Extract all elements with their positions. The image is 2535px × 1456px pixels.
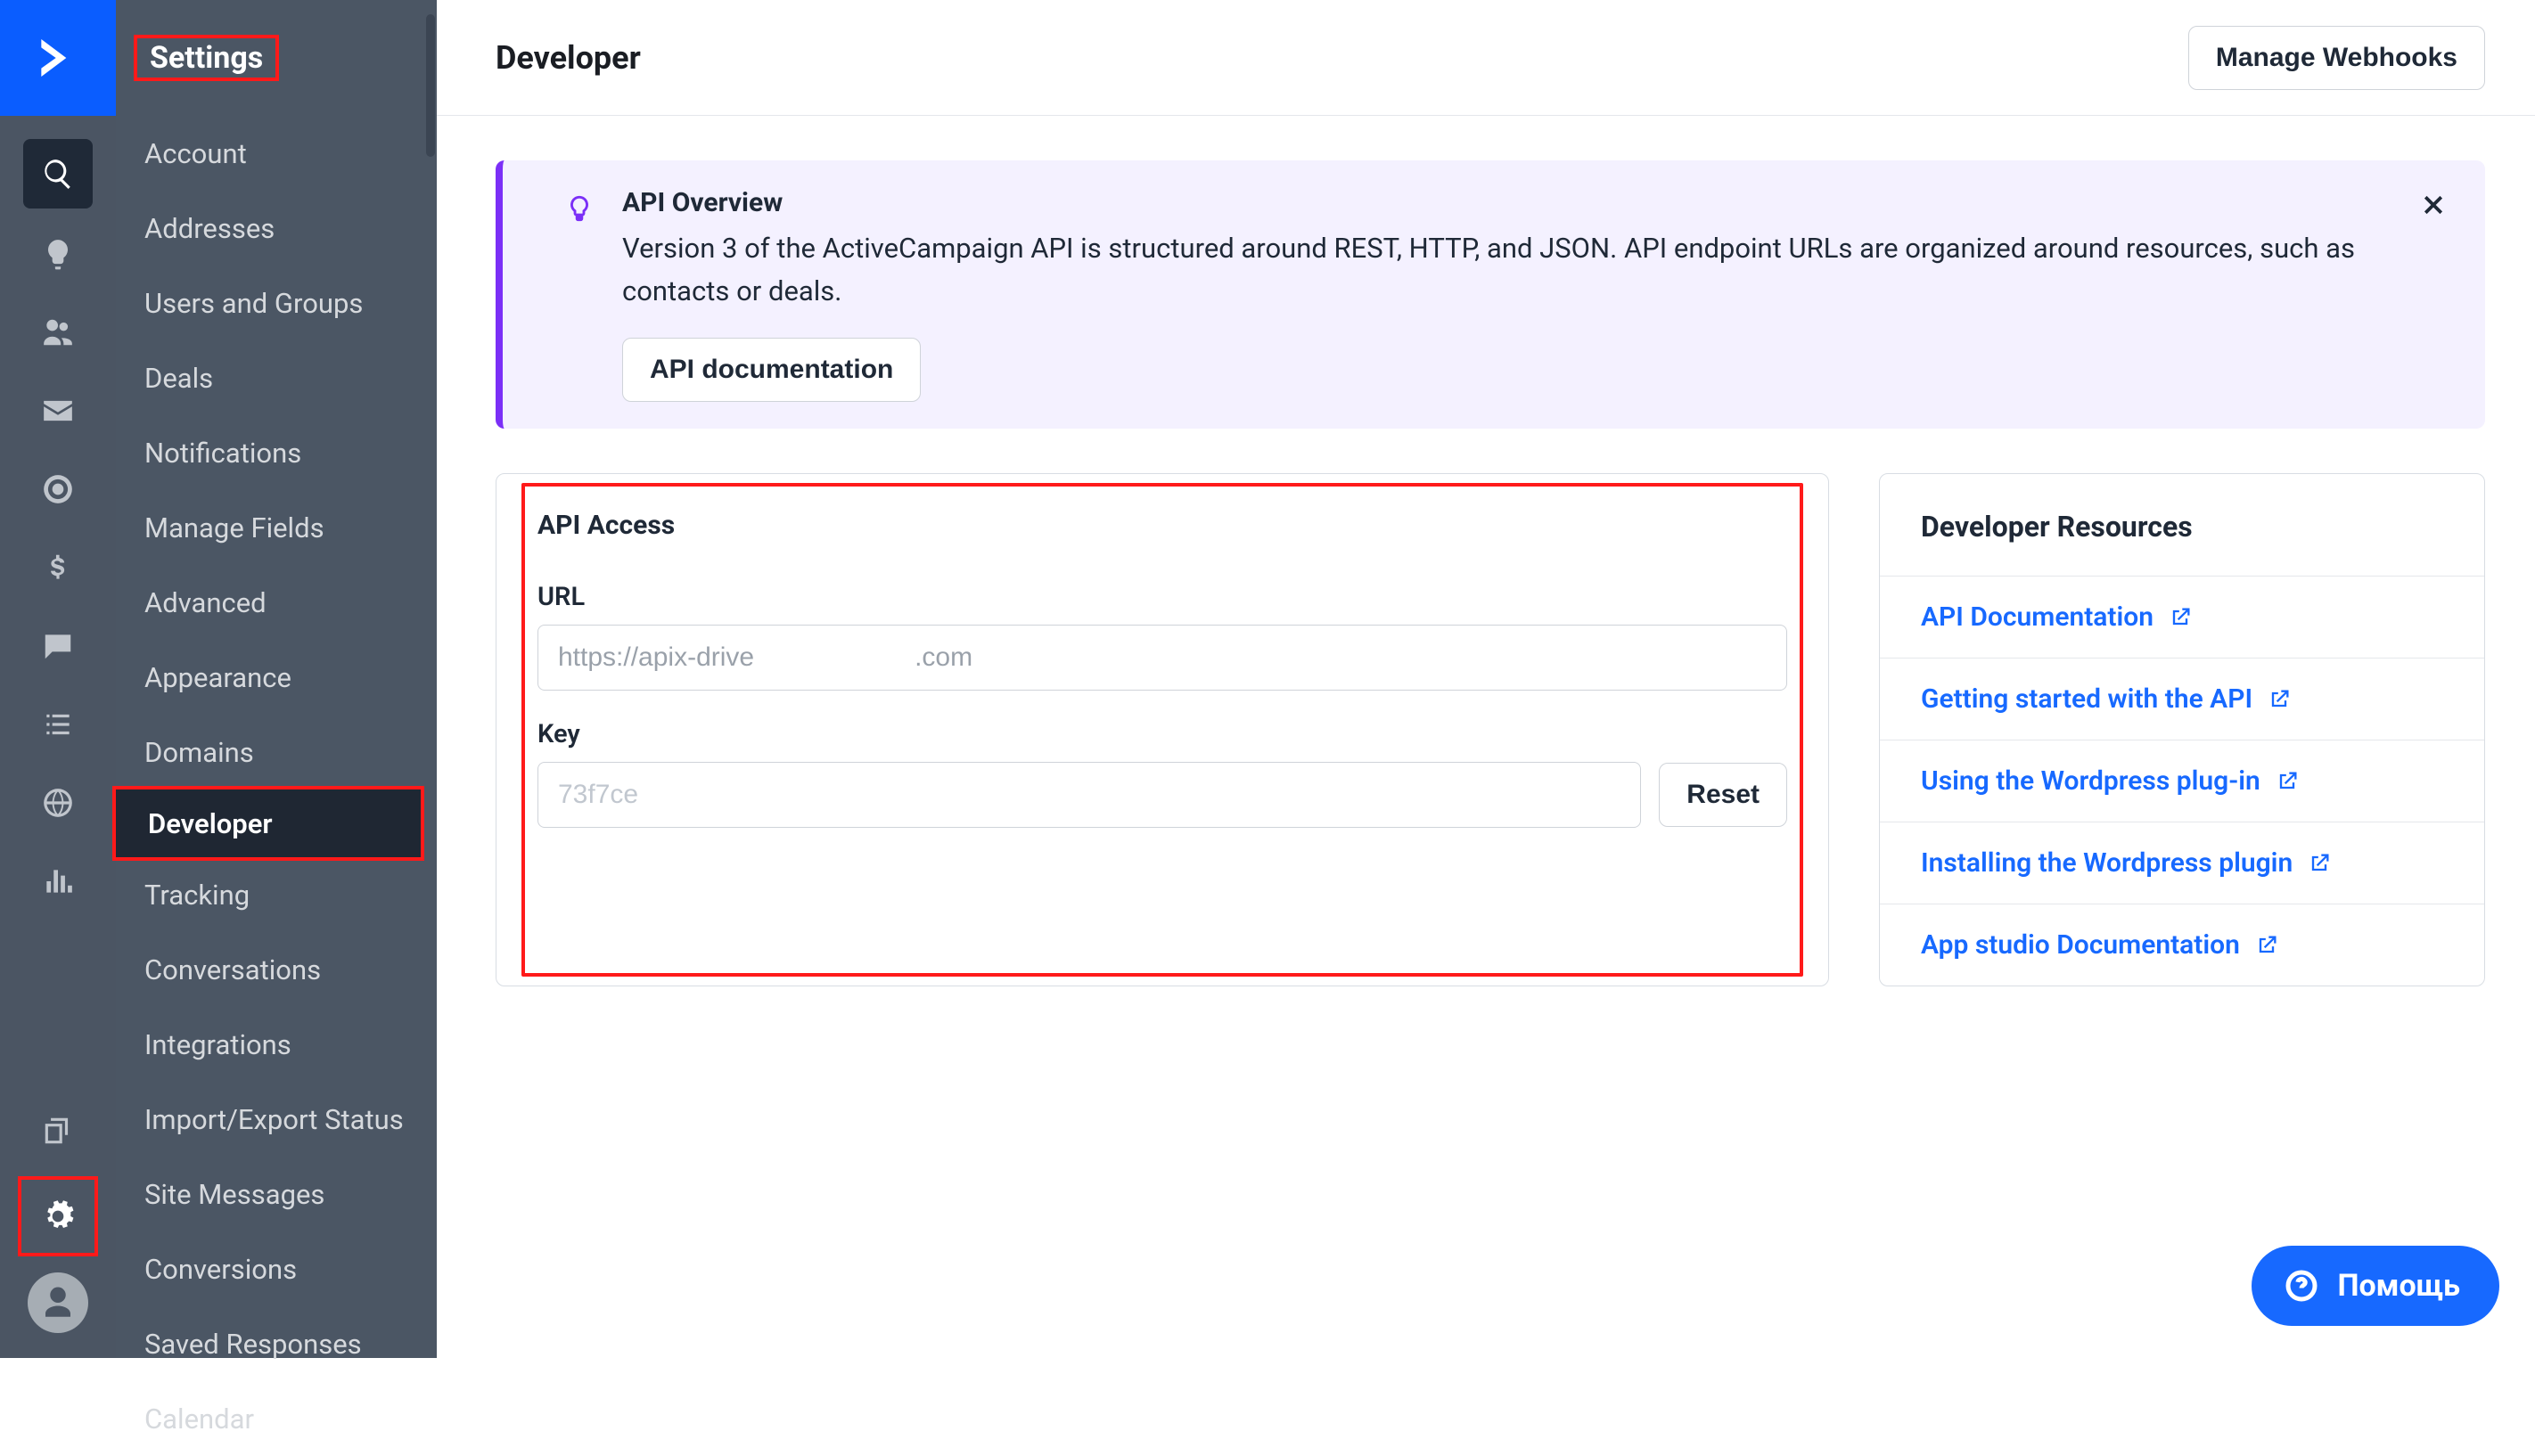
help-icon bbox=[2284, 1268, 2319, 1304]
sidebar-item-conversions[interactable]: Conversions bbox=[116, 1231, 437, 1306]
key-label: Key bbox=[537, 719, 1787, 749]
sidebar-scrollbar[interactable] bbox=[424, 0, 437, 1358]
external-link-icon bbox=[2168, 605, 2193, 630]
resource-link-app-studio-documentation[interactable]: App studio Documentation bbox=[1880, 904, 2484, 986]
api-documentation-button[interactable]: API documentation bbox=[622, 338, 921, 402]
resource-link-label: Getting started with the API bbox=[1921, 683, 2252, 715]
contacts-icon[interactable] bbox=[25, 299, 91, 365]
resource-link-using-the-wordpress-plug-in[interactable]: Using the Wordpress plug-in bbox=[1880, 740, 2484, 822]
sidebar-item-advanced[interactable]: Advanced bbox=[116, 565, 437, 640]
main-area: Developer Manage Webhooks API Overview V… bbox=[437, 0, 2535, 1358]
external-link-icon bbox=[2254, 933, 2279, 958]
sidebar-title: Settings bbox=[116, 0, 437, 116]
api-url-input[interactable] bbox=[537, 625, 1787, 691]
sidebar-item-site-messages[interactable]: Site Messages bbox=[116, 1157, 437, 1231]
resource-link-getting-started-with-the-api[interactable]: Getting started with the API bbox=[1880, 658, 2484, 740]
copy-icon[interactable] bbox=[25, 1098, 91, 1164]
brand-logo[interactable] bbox=[0, 0, 116, 116]
resource-link-installing-the-wordpress-plugin[interactable]: Installing the Wordpress plugin bbox=[1880, 822, 2484, 904]
sidebar-item-addresses[interactable]: Addresses bbox=[116, 191, 437, 266]
chat-icon[interactable] bbox=[25, 613, 91, 679]
resource-link-label: Installing the Wordpress plugin bbox=[1921, 847, 2293, 879]
icon-rail bbox=[0, 0, 116, 1358]
sidebar-item-account[interactable]: Account bbox=[116, 116, 437, 191]
banner-text: Version 3 of the ActiveCampaign API is s… bbox=[622, 227, 2387, 313]
globe-icon[interactable] bbox=[25, 770, 91, 836]
target-icon[interactable] bbox=[25, 456, 91, 522]
api-overview-banner: API Overview Version 3 of the ActiveCamp… bbox=[496, 160, 2485, 429]
main-header: Developer Manage Webhooks bbox=[437, 0, 2535, 116]
api-access-panel: API Access URL Key Reset bbox=[496, 473, 1829, 986]
page-title: Developer bbox=[496, 39, 641, 77]
search-icon[interactable] bbox=[23, 139, 93, 209]
developer-resources-panel: Developer Resources API Documentation Get… bbox=[1879, 473, 2485, 986]
help-button[interactable]: Помощь bbox=[2252, 1246, 2499, 1326]
resource-link-label: App studio Documentation bbox=[1921, 929, 2240, 961]
sidebar-item-calendar[interactable]: Calendar bbox=[116, 1381, 437, 1456]
sidebar-item-notifications[interactable]: Notifications bbox=[116, 415, 437, 490]
sidebar-item-appearance[interactable]: Appearance bbox=[116, 640, 437, 715]
sidebar-item-saved-responses[interactable]: Saved Responses bbox=[116, 1306, 437, 1381]
avatar[interactable] bbox=[28, 1272, 88, 1333]
external-link-icon bbox=[2307, 851, 2332, 876]
mail-icon[interactable] bbox=[25, 378, 91, 444]
settings-sidebar: Settings AccountAddressesUsers and Group… bbox=[116, 0, 437, 1358]
sidebar-title-text: Settings bbox=[150, 40, 263, 76]
chevron-logo-icon bbox=[33, 33, 83, 83]
url-label: URL bbox=[537, 582, 1787, 612]
close-icon[interactable] bbox=[2414, 185, 2453, 225]
external-link-icon bbox=[2275, 769, 2300, 794]
resource-link-api-documentation[interactable]: API Documentation bbox=[1880, 576, 2484, 658]
sidebar-item-domains[interactable]: Domains bbox=[116, 715, 437, 789]
help-label: Помощь bbox=[2337, 1268, 2460, 1304]
resource-link-label: API Documentation bbox=[1921, 601, 2154, 633]
sidebar-item-developer[interactable]: Developer bbox=[112, 786, 424, 861]
sidebar-item-integrations[interactable]: Integrations bbox=[116, 1007, 437, 1082]
api-key-input[interactable] bbox=[537, 762, 1641, 828]
sidebar-item-tracking[interactable]: Tracking bbox=[116, 857, 437, 932]
reset-button[interactable]: Reset bbox=[1659, 763, 1787, 827]
manage-webhooks-button[interactable]: Manage Webhooks bbox=[2188, 26, 2485, 90]
sidebar-item-manage-fields[interactable]: Manage Fields bbox=[116, 490, 437, 565]
resource-link-label: Using the Wordpress plug-in bbox=[1921, 765, 2260, 797]
sidebar-item-import-export-status[interactable]: Import/Export Status bbox=[116, 1082, 437, 1157]
lightbulb-icon[interactable] bbox=[25, 221, 91, 287]
gear-icon[interactable] bbox=[18, 1176, 98, 1256]
external-link-icon bbox=[2267, 687, 2292, 712]
reports-icon[interactable] bbox=[25, 848, 91, 914]
banner-title: API Overview bbox=[622, 187, 2387, 218]
sidebar-item-users-and-groups[interactable]: Users and Groups bbox=[116, 266, 437, 340]
sidebar-item-deals[interactable]: Deals bbox=[116, 340, 437, 415]
dollar-icon[interactable] bbox=[25, 535, 91, 601]
list-icon[interactable] bbox=[25, 691, 91, 757]
sidebar-item-conversations[interactable]: Conversations bbox=[116, 932, 437, 1007]
lightbulb-outline-icon bbox=[560, 189, 599, 228]
api-access-title: API Access bbox=[537, 510, 1787, 541]
resources-title: Developer Resources bbox=[1921, 510, 2443, 544]
